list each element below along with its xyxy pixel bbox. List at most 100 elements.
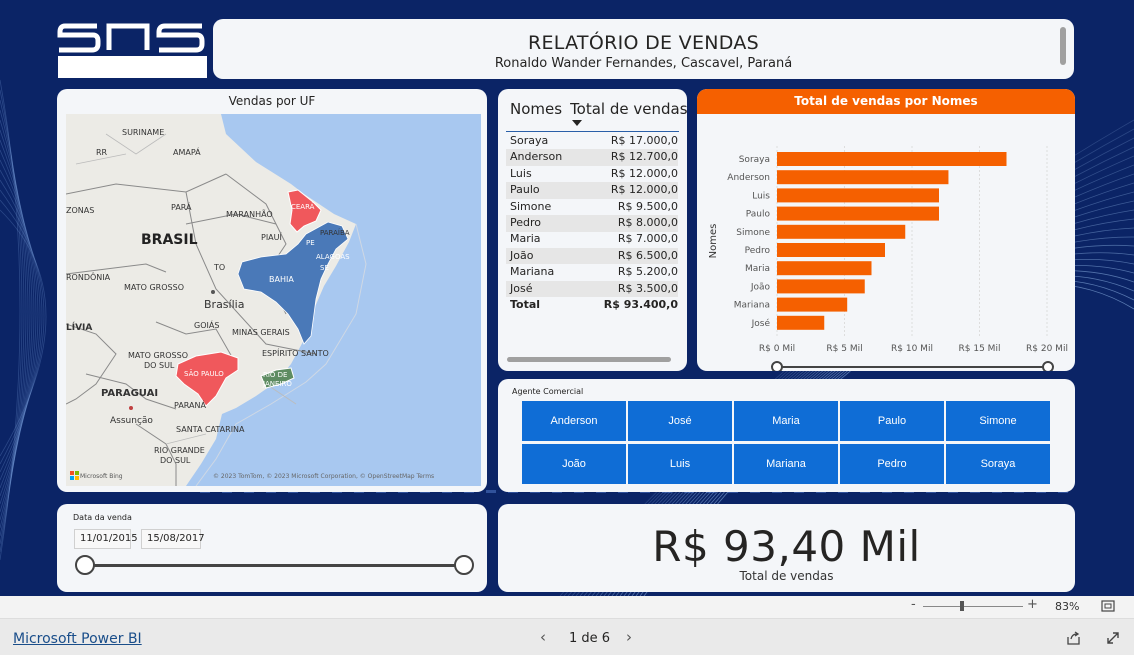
map-label-ceara: CEARÁ: [291, 202, 315, 211]
wave-line: [0, 169, 39, 489]
row-name: Luis: [510, 166, 532, 180]
bar: [777, 188, 939, 203]
map-label-alagoas: ALAGOAS: [316, 253, 350, 261]
x-tick-label: R$ 20 Mil: [1026, 344, 1068, 354]
agent-slicer[interactable]: Agente Comercial Anderson José Maria Paulo S…: [498, 379, 1075, 492]
table-total-row: Total R$ 93.400,0: [506, 297, 678, 314]
y-tick-label: Simone: [736, 228, 770, 238]
zoom-slider-thumb[interactable]: [960, 601, 964, 611]
table-row[interactable]: José R$ 3.500,0: [506, 280, 678, 298]
share-icon[interactable]: [1066, 631, 1081, 645]
map-label-bahia: BAHIA: [269, 275, 294, 284]
map-label-sp: SÃO PAULO: [184, 369, 224, 378]
agent-button[interactable]: Mariana: [734, 444, 838, 484]
scrollbar[interactable]: [1060, 27, 1066, 65]
row-name: João: [510, 248, 534, 262]
table-row[interactable]: Anderson R$ 12.700,0: [506, 149, 678, 166]
bar-chart-visual[interactable]: Total de vendas por Nomes R$ 0 Mil R$ 5 M…: [697, 89, 1075, 371]
start-date-handle[interactable]: [75, 555, 95, 575]
agent-slicer-label: Agente Comercial: [512, 387, 584, 396]
y-tick-label: Anderson: [727, 173, 770, 183]
power-bi-link[interactable]: Microsoft Power BI: [13, 631, 142, 647]
agent-button[interactable]: João: [522, 444, 626, 484]
x-tick-label: R$ 5 Mil: [826, 344, 862, 354]
y-tick-label: José: [751, 318, 771, 329]
map-label-parana: PARANÁ: [174, 399, 206, 410]
table-row[interactable]: Paulo R$ 12.000,0: [506, 182, 678, 199]
agent-button[interactable]: Maria: [734, 401, 838, 441]
chart-range-start-handle: [771, 361, 783, 371]
table-row[interactable]: Pedro R$ 8.000,0: [506, 215, 678, 232]
bar: [777, 152, 1007, 166]
table-row[interactable]: Mariana R$ 5.200,0: [506, 264, 678, 281]
row-value: R$ 9.500,0: [617, 199, 678, 213]
row-value: R$ 12.000,0: [610, 183, 678, 197]
zoom-out-button[interactable]: -: [911, 597, 916, 612]
bar-chart[interactable]: R$ 0 Mil R$ 5 Mil R$ 10 Mil R$ 15 Mil R$ 20 …: [697, 114, 1075, 371]
sales-table[interactable]: Nomes Total de vendas Soraya R$ 17.000,0 An…: [498, 89, 687, 371]
map-label-ms2: DO SUL: [144, 361, 175, 370]
date-slicer[interactable]: Data da venda 11/01/2015 15/08/2017: [57, 504, 487, 592]
map-label-maranhao: MARANHÃO: [226, 209, 273, 219]
map-label-rj1: RIO DE: [263, 371, 287, 379]
chart-range-end-handle: [1042, 361, 1054, 371]
map-label-ms1: MATO GROSSO: [128, 351, 188, 360]
map-label-amapa: AMAPÁ: [173, 146, 201, 157]
total-value: R$ 93.400,0: [603, 298, 678, 311]
agent-button[interactable]: Luis: [628, 444, 732, 484]
previous-page-icon[interactable]: ‹: [540, 628, 546, 646]
horizontal-scrollbar[interactable]: [507, 357, 671, 362]
end-date-handle[interactable]: [454, 555, 474, 575]
bar: [777, 279, 865, 294]
wave-dash: [486, 490, 496, 493]
row-name: José: [510, 281, 533, 295]
agent-button[interactable]: Paulo: [840, 401, 944, 441]
map-label-pe: PE: [306, 239, 315, 247]
map-label-brasilia: Brasília: [204, 298, 244, 311]
header-divider: [506, 131, 679, 132]
map-area[interactable]: SURINAME RR AMAPÁ ZONAS PARÁ MARANHÃO CE…: [65, 114, 481, 487]
map-label-rj2: JANEIRO: [262, 380, 292, 388]
page-indicator: 1 de 6: [569, 631, 611, 646]
x-tick-label: R$ 15 Mil: [959, 344, 1001, 354]
table-row[interactable]: Maria R$ 7.000,0: [506, 231, 678, 248]
zoom-in-button[interactable]: +: [1027, 597, 1038, 612]
fullscreen-icon[interactable]: [1106, 631, 1120, 645]
row-value: R$ 6.500,0: [617, 248, 678, 262]
next-page-icon[interactable]: ›: [626, 628, 632, 646]
total-label: Total: [510, 298, 541, 311]
row-value: R$ 12.700,0: [610, 150, 678, 164]
report-canvas: RELATÓRIO DE VENDAS Ronaldo Wander Ferna…: [0, 0, 1134, 596]
agent-button[interactable]: Simone: [946, 401, 1050, 441]
column-header-nomes[interactable]: Nomes: [510, 100, 562, 118]
map-label-suriname: SURINAME: [122, 128, 164, 137]
agent-button[interactable]: Anderson: [522, 401, 626, 441]
sort-desc-icon[interactable]: [572, 120, 582, 126]
chart-title: Total de vendas por Nomes: [697, 89, 1075, 114]
end-date-input[interactable]: 15/08/2017: [141, 529, 205, 549]
y-tick-label: João: [750, 282, 771, 292]
zoom-bar: - + 83%: [0, 596, 1134, 618]
table-row[interactable]: Luis R$ 12.000,0: [506, 166, 678, 183]
agent-button[interactable]: Soraya: [946, 444, 1050, 484]
footer-bar: Microsoft Power BI ‹ 1 de 6 ›: [0, 618, 1134, 655]
map-visual[interactable]: Vendas por UF SURINAME RR AMAPÁ ZONAS PA…: [57, 89, 487, 492]
map-label-bolivia: LÍVIA: [66, 321, 92, 333]
row-value: R$ 3.500,0: [617, 281, 678, 295]
table-row[interactable]: Soraya R$ 17.000,0: [506, 133, 678, 150]
date-range-track[interactable]: [87, 564, 461, 567]
map-label-zonas: ZONAS: [66, 206, 94, 215]
map-label-mato-grosso: MATO GROSSO: [124, 283, 184, 292]
table-row[interactable]: João R$ 6.500,0: [506, 247, 678, 265]
zoom-slider-track[interactable]: [923, 606, 1023, 607]
agent-button[interactable]: Pedro: [840, 444, 944, 484]
column-header-total[interactable]: Total de vendas: [570, 100, 687, 118]
agent-button[interactable]: José: [628, 401, 732, 441]
start-date-input[interactable]: 11/01/2015: [74, 529, 138, 549]
map-label-rs2: DO SUL: [160, 456, 191, 465]
row-value: R$ 8.000,0: [617, 216, 678, 229]
y-tick-label: Mariana: [734, 301, 770, 311]
fit-to-page-icon[interactable]: [1101, 600, 1115, 613]
table-row[interactable]: Simone R$ 9.500,0: [506, 199, 678, 216]
bar: [777, 243, 885, 257]
